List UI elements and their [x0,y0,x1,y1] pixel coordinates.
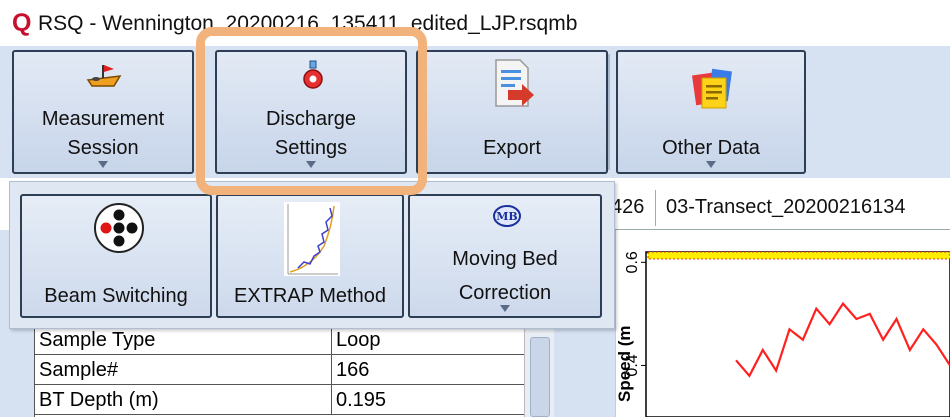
beam-pattern-icon [94,203,144,253]
highlight-annotation [196,27,427,195]
moving-bed-correction-button[interactable]: MB Moving Bed Correction [408,194,602,318]
scrollbar-thumb[interactable] [530,337,550,417]
measurement-session-button[interactable]: Measurement Session [12,50,194,174]
property-value: 166 [331,355,525,385]
other-data-label: Other Data [662,137,760,159]
property-grid: Sample Type Loop Sample# 166 BT Depth (m… [34,325,525,417]
other-data-button[interactable]: Other Data [616,50,806,174]
export-document-icon [495,59,534,107]
y-tick-label: 0.6 [624,251,641,273]
chevron-down-icon [500,305,510,312]
table-row[interactable]: Sample Type Loop [35,325,525,355]
y-axis-label: Speed (m [616,325,634,402]
transect-tab-strip: 426 03-Transect_20200216134 [611,184,950,230]
tab-transect[interactable]: 03-Transect_20200216134 [655,190,905,226]
property-grid-scrollbar[interactable] [524,329,554,417]
marker-band [647,251,950,260]
app-logo: Q [12,9,32,37]
property-name: BT Depth (m) [39,389,159,411]
mb-badge-icon: MB [493,205,521,227]
table-row[interactable]: BT Depth (m) 0.195 [35,385,525,415]
property-name: Sample Type [39,329,156,351]
discharge-settings-dropdown: Beam Switching EXTRAP Method MB Moving B… [9,181,615,329]
title-bar: Q RSQ - Wennington_20200216_135411_edite… [0,0,950,46]
moving-bed-label-1: Moving Bed [452,248,558,270]
boat-icon [86,65,122,87]
measurement-session-label-2: Session [67,137,139,159]
property-value: 0.195 [331,385,525,415]
beam-switching-button[interactable]: Beam Switching [20,194,212,318]
property-value: Loop [331,325,525,355]
moving-bed-label-2: Correction [458,282,552,304]
profile-plot-icon [284,202,340,276]
table-row[interactable]: Sample# 166 [35,355,525,385]
ribbon-toolbar: Measurement Session Discharge Settings E… [0,46,950,178]
beam-switching-label: Beam Switching [44,285,188,307]
export-label: Export [483,137,541,159]
extrap-method-label: EXTRAP Method [234,285,386,307]
extrap-method-button[interactable]: EXTRAP Method [216,194,404,318]
documents-icon [692,68,732,109]
export-button[interactable]: Export [416,50,608,174]
chevron-down-icon [98,161,108,168]
property-name: Sample# [39,359,118,381]
chevron-down-icon [706,161,716,168]
mb-badge-text: MB [496,210,517,223]
plot-frame [645,251,950,417]
ribbon-separator [608,54,610,170]
speed-chart: 0.60.4Speed (m [616,251,950,417]
measurement-session-label-1: Measurement [41,108,165,130]
